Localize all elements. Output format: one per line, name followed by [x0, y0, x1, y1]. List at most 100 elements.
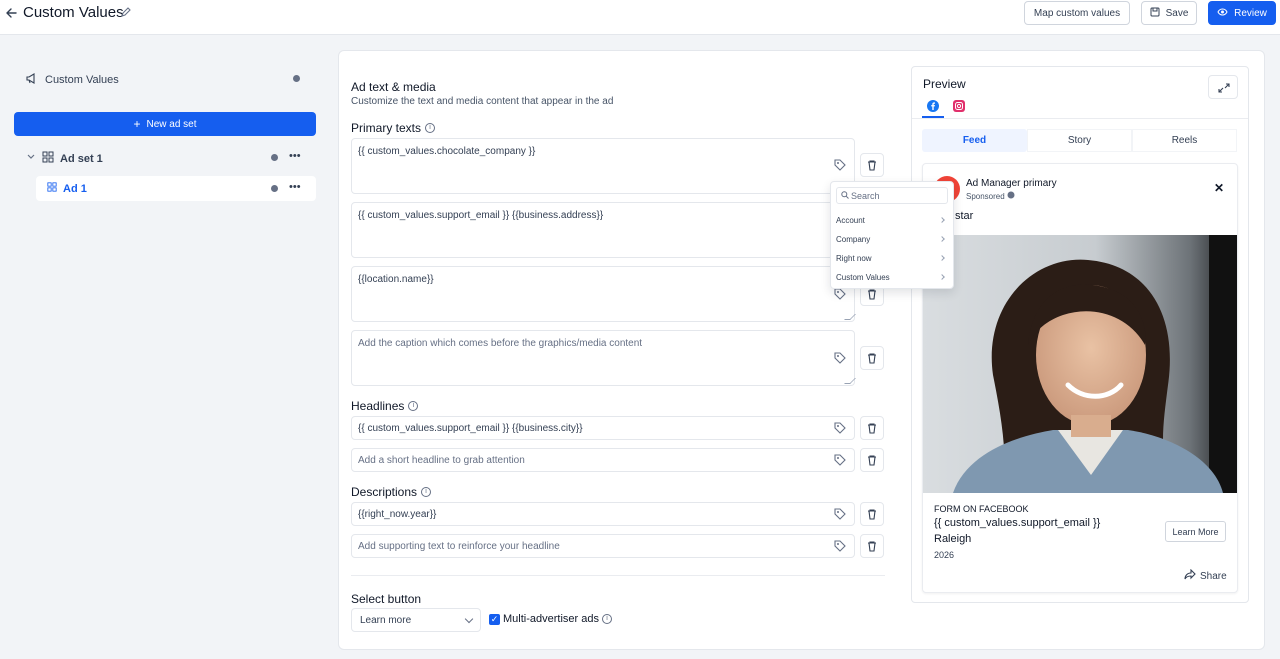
share-label: Share [1200, 570, 1227, 582]
tree-item-ad-1[interactable]: Ad 1 [47, 182, 87, 195]
delete-button[interactable] [860, 502, 884, 526]
description-field-1[interactable]: {{right_now.year}} [351, 502, 855, 526]
primary-text-value-1: {{ custom_values.chocolate_company }} [358, 146, 536, 157]
info-icon[interactable]: i [425, 123, 436, 133]
primary-text-value-3: {{location.name}} [358, 274, 434, 285]
back-arrow-icon[interactable] [4, 6, 18, 20]
facebook-icon[interactable] [927, 100, 939, 115]
tag-icon[interactable] [833, 421, 847, 435]
chevron-right-icon [939, 255, 945, 261]
menu-item-custom-values[interactable]: Custom Values [836, 273, 948, 282]
headline-field-1[interactable]: {{ custom_values.support_email }} {{busi… [351, 416, 855, 440]
info-icon[interactable]: i [408, 401, 419, 411]
expand-button[interactable] [1208, 75, 1238, 99]
primary-text-field-4[interactable]: Add the caption which comes before the g… [351, 330, 856, 386]
resize-handle[interactable] [844, 378, 856, 384]
description-field-2[interactable]: Add supporting text to reinforce your he… [351, 534, 855, 558]
ad-year: 2026 [934, 550, 955, 560]
learn-more-button[interactable]: Learn More [1165, 521, 1226, 542]
close-icon[interactable]: ✕ [1214, 181, 1224, 195]
delete-button[interactable] [860, 534, 884, 558]
custom-values-heading: Custom Values [25, 72, 119, 88]
search-icon [841, 191, 849, 201]
status-dot [271, 185, 278, 192]
tree-item-ad-set-1[interactable]: Ad set 1 [26, 151, 103, 166]
descriptions-label-text: Descriptions [351, 485, 418, 499]
menu-item-label: Account [836, 216, 865, 225]
ad-city: Raleigh [934, 533, 972, 545]
chevron-right-icon [939, 217, 945, 223]
delete-button[interactable] [860, 448, 884, 472]
tab-story[interactable]: Story [1027, 129, 1132, 152]
multi-advertiser-label-text: Multi-advertiser ads [503, 613, 599, 625]
ad-caption: star [955, 210, 974, 222]
multi-advertiser-label: Multi-advertiser ads i [503, 613, 612, 625]
multi-advertiser-checkbox[interactable]: ✓ [489, 614, 500, 625]
new-ad-set-button[interactable]: + New ad set [14, 112, 316, 136]
sidebar-title: Custom Values [45, 74, 119, 86]
info-icon[interactable]: i [601, 614, 612, 624]
trash-icon [868, 455, 876, 466]
cta-select[interactable]: Learn more [351, 608, 481, 632]
learn-more-label: Learn More [1172, 526, 1219, 537]
cta-select-value: Learn more [360, 615, 412, 626]
trash-icon [868, 509, 876, 520]
tag-icon[interactable] [833, 453, 847, 467]
more-options-icon[interactable]: ••• [289, 150, 301, 162]
menu-item-company[interactable]: Company [836, 235, 948, 244]
ad-headline: {{ custom_values.support_email }} [934, 517, 1101, 529]
plus-icon: + [133, 117, 141, 131]
top-bar: Custom Values Map custom values Save Rev… [0, 0, 1280, 35]
headline-field-2[interactable]: Add a short headline to grab attention [351, 448, 855, 472]
trash-icon [868, 423, 876, 434]
headlines-label: Headlines i [351, 399, 419, 413]
chevron-right-icon [939, 274, 945, 280]
primary-text-field-1[interactable]: {{ custom_values.chocolate_company }} [351, 138, 855, 194]
delete-button[interactable] [860, 346, 884, 370]
save-button-label: Save [1165, 7, 1189, 19]
ad-set-label: Ad set 1 [60, 152, 103, 165]
primary-text-field-3[interactable]: {{location.name}} [351, 266, 856, 322]
tag-icon[interactable] [833, 287, 847, 301]
descriptions-label: Descriptions i [351, 485, 432, 499]
tab-feed-label: Feed [962, 135, 987, 146]
share-button[interactable]: Share [1184, 568, 1227, 583]
select-button-label-text: Select button [351, 592, 422, 606]
tag-icon[interactable] [833, 351, 847, 365]
section-title: Ad text & media [351, 80, 436, 94]
tab-reels[interactable]: Reels [1132, 129, 1237, 152]
info-icon[interactable]: i [421, 487, 432, 497]
megaphone-icon [25, 72, 38, 88]
trash-icon [868, 289, 876, 300]
page-title: Custom Values [23, 4, 124, 21]
account-name: Ad Manager primary [966, 178, 1057, 189]
status-dot [293, 75, 300, 82]
menu-item-label: Custom Values [836, 273, 890, 282]
tag-icon[interactable] [833, 507, 847, 521]
save-button[interactable]: Save [1141, 1, 1197, 25]
more-options-icon[interactable]: ••• [289, 181, 301, 193]
review-button-label: Review [1234, 7, 1267, 19]
trash-icon [868, 541, 876, 552]
pencil-icon[interactable] [120, 6, 132, 21]
menu-item-account[interactable]: Account [836, 216, 948, 225]
globe-icon [1007, 191, 1015, 201]
grid-icon [47, 182, 57, 195]
tag-icon[interactable] [833, 158, 847, 172]
tag-icon[interactable] [833, 539, 847, 553]
delete-button[interactable] [860, 153, 884, 177]
map-custom-values-button[interactable]: Map custom values [1024, 1, 1130, 25]
delete-button[interactable] [860, 416, 884, 440]
primary-text-field-2[interactable]: {{ custom_values.support_email }} {{busi… [351, 202, 855, 258]
description-value: {{right_now.year}} [358, 509, 437, 520]
resize-handle[interactable] [844, 314, 856, 320]
ad-label: Ad 1 [63, 182, 87, 195]
headline-placeholder: Add a short headline to grab attention [358, 455, 525, 466]
tab-feed[interactable]: Feed [922, 129, 1027, 152]
ad-source: FORM ON FACEBOOK [934, 504, 1029, 514]
instagram-icon[interactable] [953, 100, 965, 115]
menu-item-right-now[interactable]: Right now [836, 254, 948, 263]
menu-search-input[interactable]: Search [836, 187, 948, 204]
chevron-down-icon[interactable] [26, 152, 36, 165]
review-button[interactable]: Review [1208, 1, 1276, 25]
